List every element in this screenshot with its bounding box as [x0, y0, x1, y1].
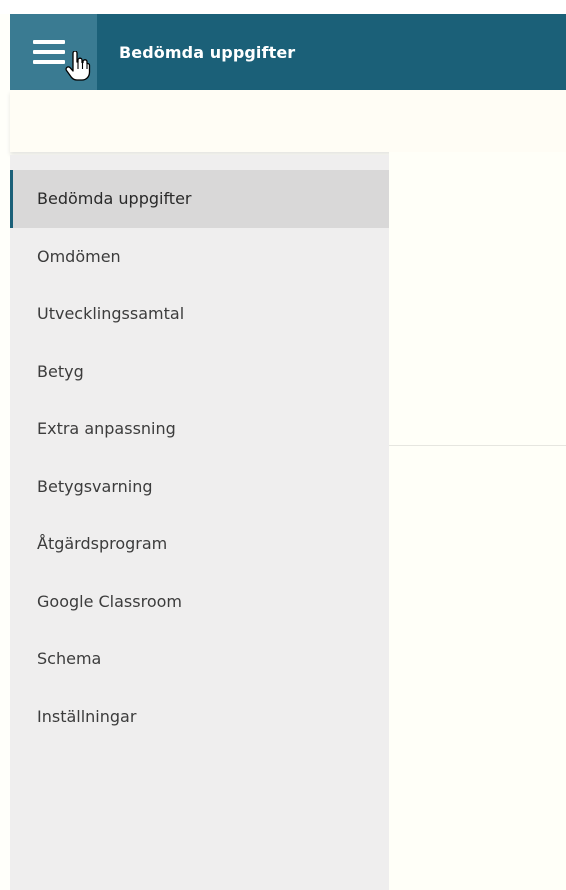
- sidebar-item-google-classroom[interactable]: Google Classroom: [10, 573, 389, 631]
- sidebar-item-omdomen[interactable]: Omdömen: [10, 228, 389, 286]
- sidebar-item-schema[interactable]: Schema: [10, 630, 389, 688]
- menu-toggle-button[interactable]: [10, 14, 97, 90]
- sidebar-item-betyg[interactable]: Betyg: [10, 343, 389, 401]
- content-divider: [389, 445, 566, 446]
- sidebar-item-bedomda-uppgifter[interactable]: Bedömda uppgifter: [10, 170, 389, 228]
- page: Bedömda uppgifter Bedömda uppgifter Omdö…: [0, 0, 566, 890]
- sidebar-item-installningar[interactable]: Inställningar: [10, 688, 389, 746]
- hamburger-menu-icon: [32, 40, 65, 64]
- sidebar-item-extra-anpassning[interactable]: Extra anpassning: [10, 400, 389, 458]
- sidebar-item-utvecklingssamtal[interactable]: Utvecklingssamtal: [10, 285, 389, 343]
- sidebar-item-betygsvarning[interactable]: Betygsvarning: [10, 458, 389, 516]
- hand-cursor-icon: [65, 51, 91, 81]
- app-header: Bedömda uppgifter: [10, 14, 566, 90]
- sidebar-item-atgardsprogram[interactable]: Åtgärdsprogram: [10, 515, 389, 573]
- sub-toolbar: [10, 90, 566, 152]
- main-content: [389, 152, 566, 890]
- page-title: Bedömda uppgifter: [119, 42, 296, 62]
- top-strip: [0, 0, 566, 14]
- sidebar-menu: Bedömda uppgifter Omdömen Utvecklingssam…: [10, 155, 389, 890]
